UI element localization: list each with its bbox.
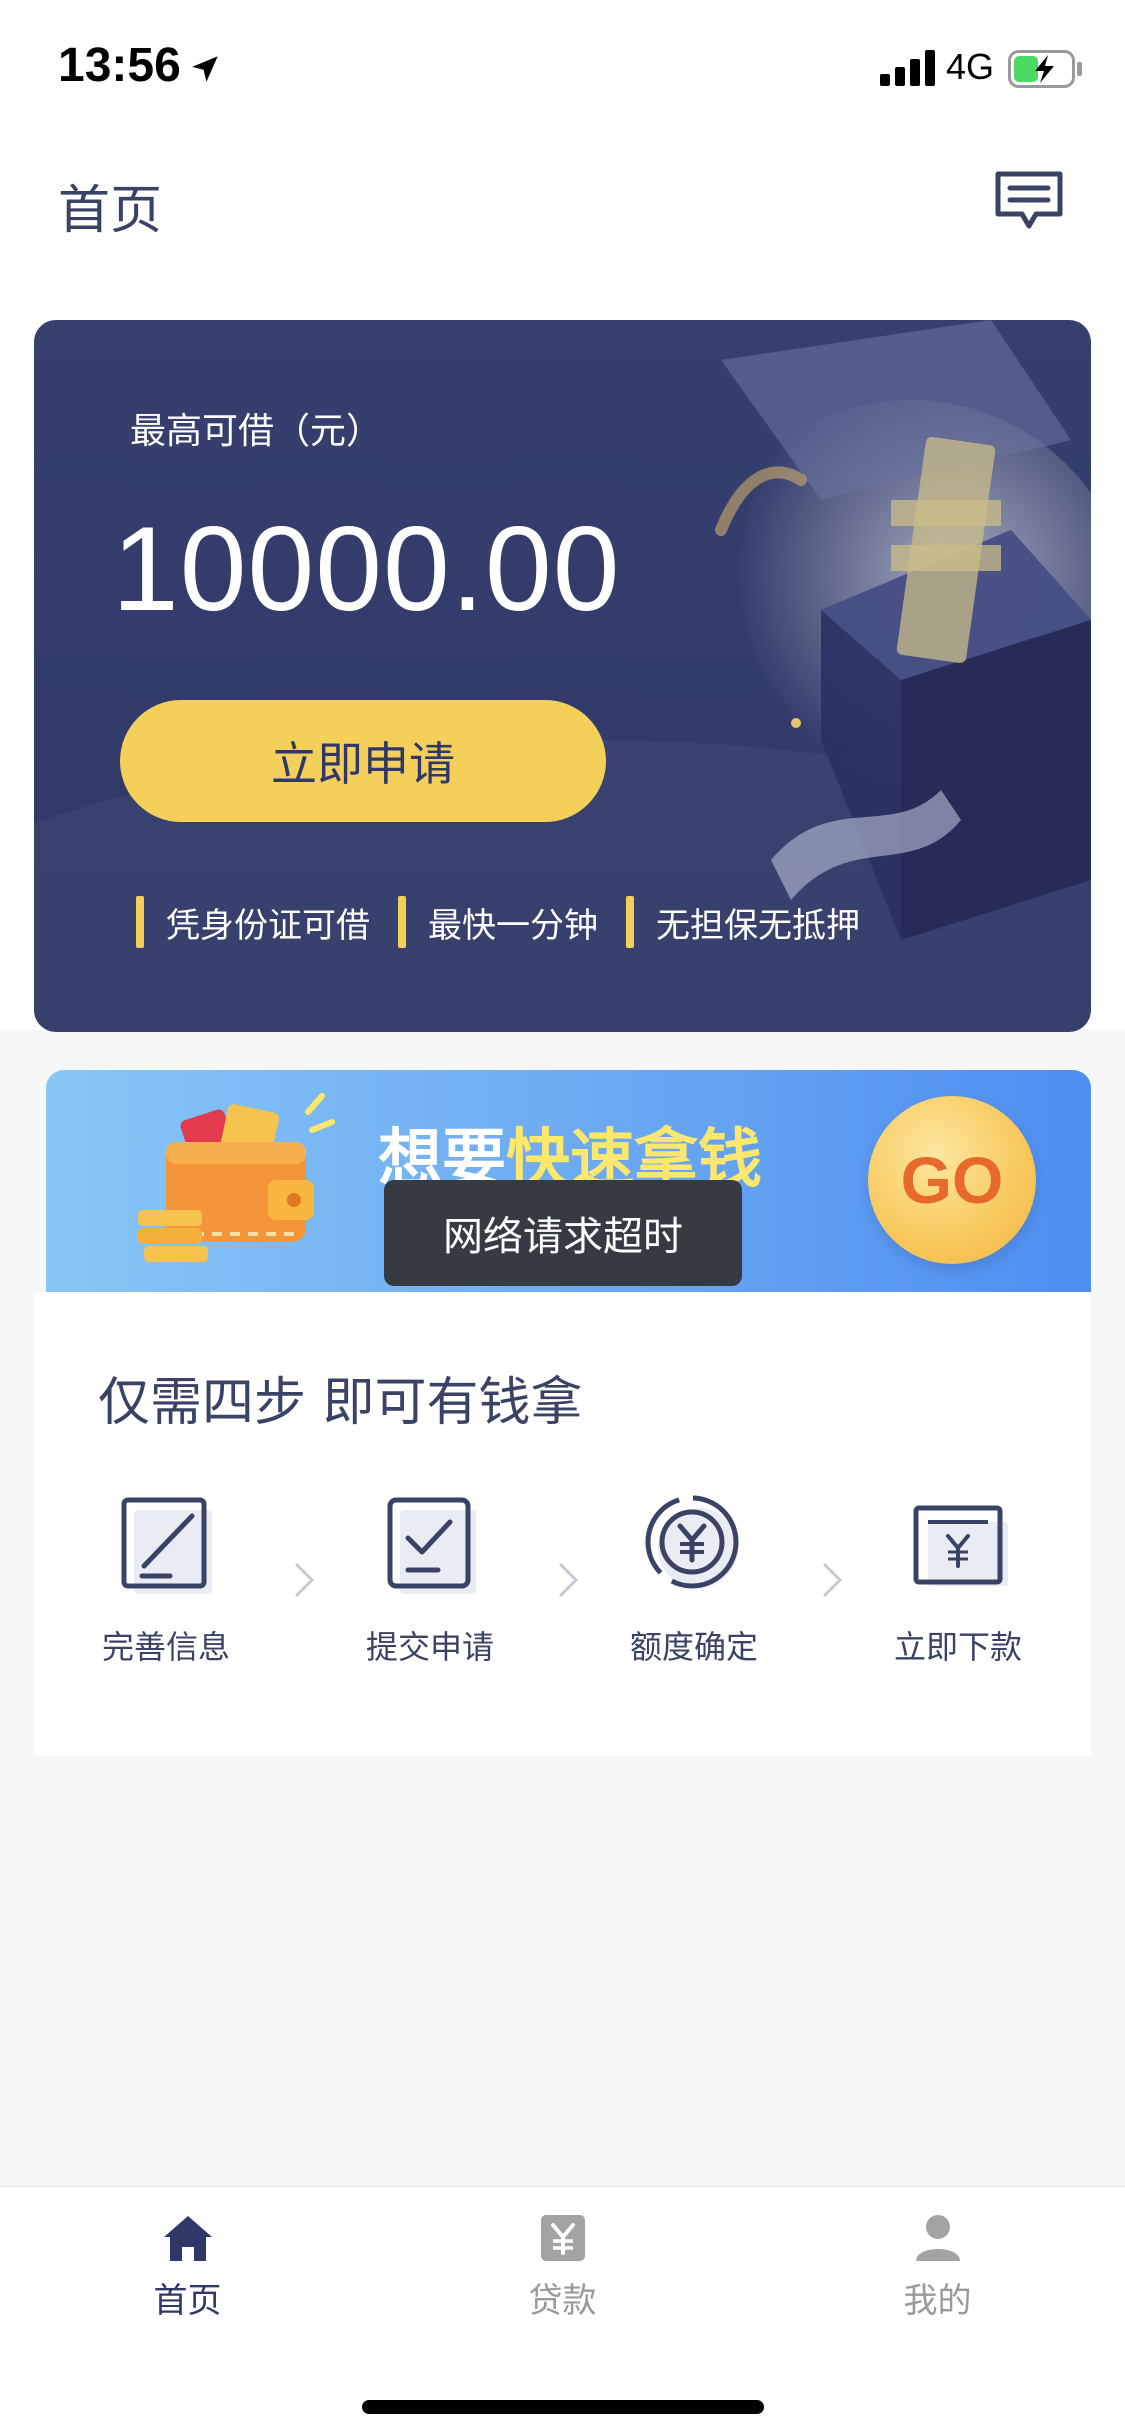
status-bar: 13:56 4G [0,0,1125,140]
location-arrow-icon [192,56,218,82]
feature-item: 最快一分钟 [398,896,598,948]
signal-icon [880,50,935,86]
edit-icon [121,1497,212,1594]
yuan-coin-icon [645,1495,739,1589]
loan-icon [540,2215,585,2261]
steps-title: 仅需四步 即可有钱拿 [98,1373,583,1433]
home-icon [163,2216,212,2261]
step-item: 完善信息 [76,1492,256,1672]
tab-bar: 首页 贷款 我的 [0,2186,1125,2332]
feature-text: 最快一分钟 [428,905,598,946]
step-label: 立即下款 [893,1628,1022,1666]
wallet-icon [138,1093,335,1262]
feature-list: 凭身份证可借 最快一分钟 无担保无抵押 [136,894,888,950]
tab-label: 首页 [153,2281,222,2321]
feature-marker [626,896,634,948]
message-icon[interactable] [994,170,1064,232]
feature-marker [398,896,406,948]
step-label: 提交申请 [365,1628,494,1666]
step-item: 额度确定 [604,1492,784,1672]
chevron-right-icon [822,1562,843,1598]
tab-label: 贷款 [528,2281,597,2321]
max-borrow-amount: 10000.00 [112,502,621,636]
home-indicator[interactable] [362,2400,764,2414]
network-label: 4G [946,46,995,87]
step-label: 完善信息 [101,1628,230,1666]
steps-card: 仅需四步 即可有钱拿 完善信息 提交申请 额度确定 立即下款 [34,1292,1091,1756]
feature-marker [136,896,144,948]
battery-charging-icon [1008,50,1082,88]
tab-label: 我的 [903,2281,972,2321]
feature-text: 无担保无抵押 [656,905,860,946]
home-indicator-area [0,2332,1125,2436]
checklist-icon [387,1497,476,1594]
tab-home[interactable]: 首页 [0,2187,375,2332]
chevron-right-icon [294,1562,315,1598]
go-button[interactable]: GO [868,1096,1036,1264]
toast-message: 网络请求超时 [384,1180,742,1286]
yuan-wallet-icon [913,1505,1008,1586]
status-time: 13:56 [58,39,181,92]
tab-me[interactable]: 我的 [750,2187,1125,2332]
hero-card: 最高可借（元） 10000.00 立即申请 凭身份证可借 最快一分钟 无担保无抵… [34,320,1091,1032]
feature-item: 无担保无抵押 [626,896,860,948]
feature-item: 凭身份证可借 [136,896,370,948]
step-item: 立即下款 [868,1492,1048,1672]
step-label: 额度确定 [629,1628,758,1666]
tab-loan[interactable]: 贷款 [375,2187,750,2332]
chevron-right-icon [558,1562,579,1598]
page-title: 首页 [58,181,163,241]
feature-text: 凭身份证可借 [166,905,370,946]
max-borrow-label: 最高可借（元） [130,411,383,452]
apply-now-button[interactable]: 立即申请 [120,700,606,822]
user-icon [915,2215,960,2261]
step-item: 提交申请 [340,1492,520,1672]
